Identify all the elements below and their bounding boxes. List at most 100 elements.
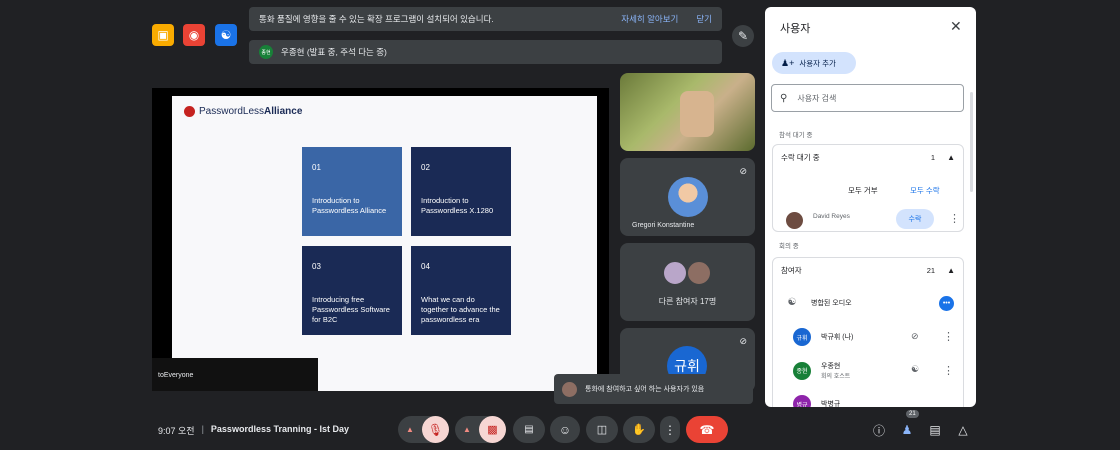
slide-box-text: Introduction to Passwordless X.1280 bbox=[421, 195, 494, 215]
participant-name: 박병규 bbox=[821, 401, 841, 407]
merged-audio-row[interactable]: ☯ 병합된 오디오 bbox=[783, 297, 852, 308]
video-tile-participant[interactable]: ⊘ Gregori Konstantine bbox=[620, 158, 755, 236]
panel-scrollbar[interactable] bbox=[970, 92, 973, 192]
people-panel: 사용자 ✕ ♟+ 사용자 추가 ⚲ 사용자 검색 참석 대기 중 수락 대기 중… bbox=[765, 7, 976, 407]
chevron-up-icon: ▲ bbox=[463, 425, 471, 434]
admit-button[interactable]: 수락 bbox=[896, 209, 934, 229]
participant-more-icon[interactable]: ⋮ bbox=[943, 330, 954, 343]
chat-overlay: toEveryone bbox=[152, 358, 318, 391]
mic-toggle-button[interactable]: 🎙 bbox=[422, 416, 449, 443]
annotate-pen-button[interactable]: ✎ bbox=[732, 25, 754, 47]
slide-box-text: What we can do together to advance the p… bbox=[421, 294, 500, 325]
extension-warning-banner: 통화 품질에 영향을 줄 수 있는 확장 프로그램이 설치되어 있습니다. 자세… bbox=[249, 7, 722, 31]
waiting-more-icon[interactable]: ⋮ bbox=[949, 212, 960, 225]
present-button[interactable]: ◫ bbox=[586, 416, 618, 443]
waiting-card-header[interactable]: 수락 대기 중 1 ▲ bbox=[773, 145, 963, 169]
participant-name-block: 우종현 회의 호스트 bbox=[821, 361, 850, 380]
slide-box-04: 04 What we can do together to advance th… bbox=[411, 246, 511, 335]
participant-more-icon[interactable]: ⋮ bbox=[943, 364, 954, 377]
merged-audio-icon: ☯ bbox=[787, 297, 797, 308]
waiting-person-avatar bbox=[786, 212, 803, 229]
waiting-card-title: 수락 대기 중 bbox=[781, 152, 820, 162]
participant-row-2[interactable]: 종현 우종현 회의 호스트 bbox=[793, 361, 850, 380]
deny-all-button[interactable]: 모두 거부 bbox=[848, 185, 878, 196]
more-options-button[interactable]: ⋮ bbox=[660, 416, 680, 443]
meeting-info-separator: | bbox=[201, 424, 204, 434]
meeting-info: 9:07 오전 | Passwordless Tranning - Ist Da… bbox=[158, 424, 349, 437]
participants-card-title: 참여자 bbox=[781, 265, 802, 275]
others-avatar-2 bbox=[686, 260, 712, 286]
presentation-slide: PasswordLess Alliance 01 Introduction to… bbox=[172, 96, 597, 391]
activities-icon[interactable]: △ bbox=[955, 422, 971, 438]
requester-avatar bbox=[562, 381, 577, 397]
mic-muted-icon: ⊘ bbox=[739, 336, 747, 346]
waiting-count: 1 bbox=[930, 152, 936, 162]
slide-box-text: Introducing free Passwordless Software f… bbox=[312, 294, 390, 325]
learn-more-link[interactable]: 자세히 알아보기 bbox=[621, 13, 678, 25]
others-count-label: 다른 참여자 17명 bbox=[658, 297, 717, 306]
passwordless-logo-icon bbox=[184, 106, 195, 117]
participant-avatar: 규휘 bbox=[793, 328, 811, 346]
slide-box-number: 01 bbox=[312, 163, 321, 172]
banner-close-link[interactable]: 닫기 bbox=[696, 13, 712, 25]
presenter-status-text: 우종현 (발표 중, 주석 다는 중) bbox=[281, 47, 387, 57]
video-tile-others[interactable]: 다른 참여자 17명 bbox=[620, 243, 755, 321]
camera-toggle-button[interactable]: ▩ bbox=[479, 416, 506, 443]
banner-message: 통화 품질에 영향을 줄 수 있는 확장 프로그램이 설치되어 있습니다. bbox=[259, 14, 494, 24]
leave-call-button[interactable]: ☎ bbox=[686, 416, 728, 443]
admit-all-button[interactable]: 모두 수락 bbox=[910, 185, 940, 196]
close-panel-button[interactable]: ✕ bbox=[950, 18, 962, 35]
search-placeholder: 사용자 검색 bbox=[797, 93, 837, 103]
current-time: 9:07 오전 bbox=[158, 426, 195, 436]
present-screen-icon: ◫ bbox=[596, 424, 608, 436]
raise-hand-button[interactable]: ✋ bbox=[623, 416, 655, 443]
end-call-icon: ☎ bbox=[699, 422, 715, 437]
waiting-card: 수락 대기 중 1 ▲ 모두 거부 모두 수락 David Reyes 수락 ⋮ bbox=[772, 144, 964, 232]
merged-audio-more-button[interactable]: ••• bbox=[939, 296, 954, 311]
meeting-name: Passwordless Tranning - Ist Day bbox=[210, 424, 349, 434]
slide-box-number: 03 bbox=[312, 262, 321, 271]
slide-box-number: 02 bbox=[421, 163, 430, 172]
others-avatar-1 bbox=[662, 260, 688, 286]
participant-name: Gregori Konstantine bbox=[632, 222, 695, 229]
slide-box-text: Introduction to Passwordless Alliance bbox=[312, 195, 387, 215]
more-vert-icon: ⋮ bbox=[664, 422, 676, 437]
participant-count-badge: 21 bbox=[906, 410, 919, 418]
add-people-label: 사용자 추가 bbox=[799, 58, 836, 68]
people-extension-icon[interactable]: ☯ bbox=[215, 24, 237, 46]
presenter-banner: 종현 우종현 (발표 중, 주석 다는 중) bbox=[249, 40, 722, 64]
slide-logo: PasswordLess Alliance bbox=[184, 106, 302, 117]
slide-box-02: 02 Introduction to Passwordless X.1280 bbox=[411, 147, 511, 236]
participants-card-header[interactable]: 참여자 21 ▲ bbox=[773, 258, 963, 282]
camera-off-icon: ▩ bbox=[487, 424, 498, 436]
mic-off-icon: 🎙 bbox=[427, 422, 444, 437]
participant-row-3[interactable]: 병규 박병규 bbox=[793, 395, 840, 407]
waiting-person-name: David Reyes bbox=[813, 213, 850, 220]
people-button-icon[interactable]: ♟ bbox=[899, 422, 915, 438]
record-extension-icon[interactable]: ◉ bbox=[183, 24, 205, 46]
meeting-details-info-icon[interactable]: ⓘ bbox=[871, 422, 887, 438]
participants-count: 21 bbox=[926, 265, 936, 275]
chevron-up-icon: ▲ bbox=[947, 152, 955, 162]
add-people-button[interactable]: ♟+ 사용자 추가 bbox=[772, 52, 856, 74]
reactions-button[interactable]: ☺ bbox=[550, 416, 580, 443]
participant-name: 우종현 bbox=[821, 363, 841, 370]
logo-text-light: PasswordLess bbox=[199, 106, 265, 117]
chat-icon[interactable]: ▤ bbox=[927, 422, 943, 438]
in-call-section-label: 회의 중 bbox=[779, 243, 799, 250]
video-tile-camera[interactable] bbox=[620, 73, 755, 151]
camera-off-extension-icon[interactable]: ▣ bbox=[152, 24, 174, 46]
mic-muted-icon: ⊘ bbox=[739, 166, 747, 176]
participant-name: 박규휘 (나) bbox=[821, 334, 854, 341]
chevron-up-icon: ▲ bbox=[406, 425, 414, 434]
people-search-input[interactable]: ⚲ 사용자 검색 bbox=[771, 84, 964, 112]
chevron-up-icon: ▲ bbox=[947, 265, 955, 275]
participant-row-1[interactable]: 규휘 박규휘 (나) bbox=[793, 328, 853, 346]
participant-face-blurred bbox=[680, 91, 714, 137]
merged-audio-label: 병합된 오디오 bbox=[811, 299, 852, 307]
join-request-toast[interactable]: 통화에 참여하고 싶어 하는 사용자가 있음 bbox=[554, 374, 753, 404]
captions-button[interactable]: ▤ bbox=[513, 416, 545, 443]
participant-avatar: 종현 bbox=[793, 361, 811, 380]
toast-text: 통화에 참여하고 싶어 하는 사용자가 있음 bbox=[585, 386, 705, 393]
shared-screen: PasswordLess Alliance 01 Introduction to… bbox=[152, 88, 609, 391]
